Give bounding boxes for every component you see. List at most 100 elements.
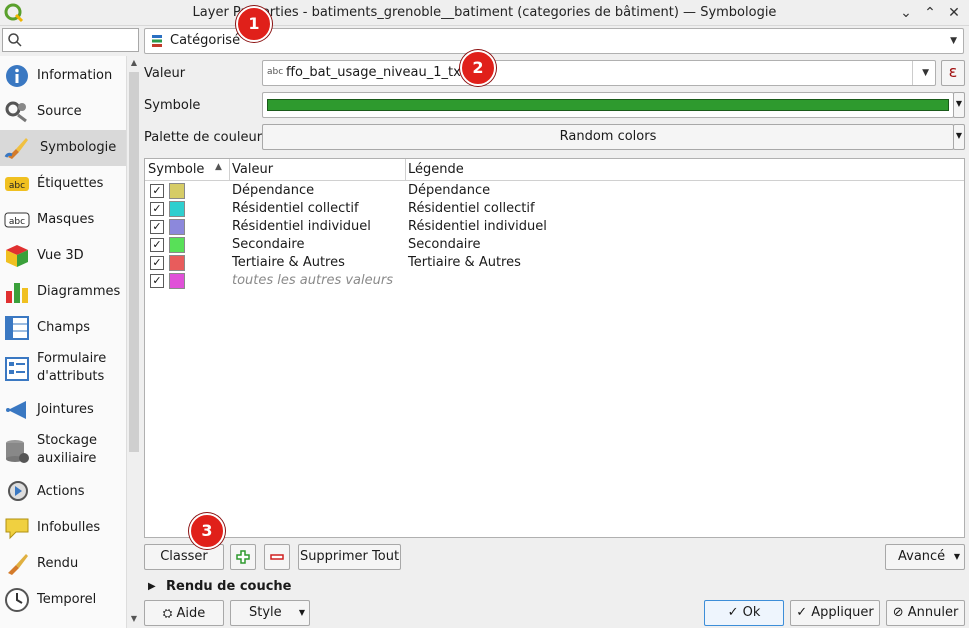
- category-checkbox[interactable]: ✓: [150, 220, 164, 234]
- column-header-legend[interactable]: Légende: [408, 162, 464, 177]
- field-type-icon: abc: [267, 67, 284, 77]
- category-legend: Secondaire: [408, 237, 481, 252]
- column-header-value[interactable]: Valeur: [232, 162, 273, 177]
- sidebar-item-etiquettes[interactable]: abc Étiquettes: [0, 166, 126, 202]
- symbol-swatch[interactable]: [169, 201, 185, 217]
- sidebar-item-diagrammes[interactable]: Diagrammes: [0, 274, 126, 310]
- sidebar-item-temporel[interactable]: Temporel: [0, 582, 126, 618]
- category-legend: Tertiaire & Autres: [408, 255, 521, 270]
- symbol-preview: [267, 99, 949, 111]
- sidebar-item-rendu[interactable]: Rendu: [0, 546, 126, 582]
- category-legend: Résidentiel collectif: [408, 201, 535, 216]
- table-row[interactable]: ✓ toutes les autres valeurs: [145, 272, 964, 290]
- chevron-down-icon: ▼: [298, 608, 305, 617]
- category-checkbox[interactable]: ✓: [150, 274, 164, 288]
- sidebar-item-stockage[interactable]: Stockage auxiliaire: [0, 428, 126, 474]
- category-checkbox[interactable]: ✓: [150, 238, 164, 252]
- chevron-down-icon[interactable]: ⌄: [896, 3, 916, 23]
- symbol-button[interactable]: [262, 92, 954, 118]
- renderer-type-label: Catégorisé: [170, 33, 241, 48]
- sidebar-item-label: Formulaire d'attributs: [37, 351, 107, 384]
- cancel-label: Annuler: [907, 605, 959, 620]
- search-icon: [8, 33, 22, 47]
- sidebar-item-label: Stockage auxiliaire: [37, 433, 97, 466]
- categorized-renderer-icon: [152, 35, 162, 47]
- sidebar-item-label: Infobulles: [37, 520, 101, 535]
- sidebar-item-label: Temporel: [37, 592, 97, 607]
- symbol-swatch[interactable]: [169, 219, 185, 235]
- value-field-select[interactable]: abc ffo_bat_usage_niveau_1_txt ▼: [262, 60, 936, 86]
- categories-table[interactable]: Symbole ▲ Valeur Légende ✓ Dépendance Dépe…: [144, 158, 965, 538]
- labels-icon: abc: [5, 177, 29, 191]
- scroll-down-icon[interactable]: ▼: [127, 612, 141, 626]
- sidebar-item-actions[interactable]: Actions: [0, 474, 126, 510]
- sidebar-item-source[interactable]: Source: [0, 94, 126, 130]
- sidebar-item-label: Rendu: [37, 556, 79, 571]
- annotation-badge-2: 2: [460, 50, 496, 86]
- column-header-symbol[interactable]: Symbole: [148, 162, 204, 177]
- sidebar-item-masques[interactable]: abc Masques: [0, 202, 126, 238]
- svg-text:abc: abc: [9, 217, 25, 227]
- sidebar: Information Source Symbologie abc Étique…: [0, 26, 140, 628]
- cancel-button[interactable]: ⊘ Annuler: [886, 600, 965, 626]
- add-category-button[interactable]: [230, 544, 256, 570]
- table-row[interactable]: ✓ Résidentiel collectif Résidentiel collec…: [145, 200, 964, 218]
- chevron-right-icon: ▶: [148, 581, 156, 592]
- fields-icon: [5, 316, 29, 340]
- scroll-up-icon[interactable]: ▲: [127, 56, 141, 70]
- search-input[interactable]: [2, 28, 139, 52]
- table-row[interactable]: ✓ Dépendance Dépendance: [145, 182, 964, 200]
- category-checkbox[interactable]: ✓: [150, 184, 164, 198]
- source-icon: [5, 101, 27, 123]
- info-icon: [6, 65, 28, 87]
- sidebar-item-champs[interactable]: Champs: [0, 310, 126, 346]
- symbol-swatch[interactable]: [169, 273, 185, 289]
- help-button[interactable]: ⛭ Aide: [144, 600, 224, 626]
- sidebar-item-vue-3d[interactable]: Vue 3D: [0, 238, 126, 274]
- check-icon: ✓: [796, 605, 808, 620]
- sidebar-item-symbologie[interactable]: Symbologie: [0, 130, 126, 166]
- category-value: Secondaire: [232, 237, 305, 252]
- close-icon[interactable]: ✕: [944, 3, 964, 23]
- category-checkbox[interactable]: ✓: [150, 202, 164, 216]
- sidebar-scrollbar[interactable]: ▲ ▼: [126, 56, 140, 628]
- symbol-swatch[interactable]: [169, 255, 185, 271]
- clock-icon: [5, 588, 29, 612]
- sidebar-item-formulaire[interactable]: Formulaire d'attributs: [0, 346, 126, 392]
- table-row[interactable]: ✓ Secondaire Secondaire: [145, 236, 964, 254]
- symbol-swatch[interactable]: [169, 183, 185, 199]
- symbol-swatch[interactable]: [169, 237, 185, 253]
- window-title: Layer Properties - batiments_grenoble__b…: [192, 5, 777, 20]
- remove-category-button[interactable]: [264, 544, 290, 570]
- category-checkbox[interactable]: ✓: [150, 256, 164, 270]
- scrollbar-thumb[interactable]: [129, 72, 139, 452]
- annotation-badge-1: 1: [236, 6, 272, 42]
- chevron-up-icon[interactable]: ⌃: [920, 3, 940, 23]
- table-row[interactable]: ✓ Résidentiel individuel Résidentiel indiv…: [145, 218, 964, 236]
- sidebar-item-jointures[interactable]: Jointures: [0, 392, 126, 428]
- annotation-badge-3: 3: [189, 513, 225, 549]
- palette-select[interactable]: Random colors: [262, 124, 954, 150]
- sidebar-item-information[interactable]: Information: [0, 58, 126, 94]
- symbol-dropdown[interactable]: ▼: [953, 92, 965, 118]
- sidebar-item-label: Source: [37, 104, 82, 119]
- table-row[interactable]: ✓ Tertiaire & Autres Tertiaire & Autres: [145, 254, 964, 272]
- apply-button[interactable]: ✓ Appliquer: [790, 600, 880, 626]
- value-label: Valeur: [144, 66, 186, 81]
- sidebar-item-label: Information: [37, 68, 113, 83]
- advanced-label: Avancé: [898, 549, 946, 564]
- joins-icon: [6, 401, 26, 419]
- chevron-down-icon: ▼: [953, 552, 960, 561]
- delete-all-button[interactable]: Supprimer Tout: [298, 544, 401, 570]
- expression-button[interactable]: ε: [941, 60, 965, 86]
- chevron-down-icon: ▼: [950, 36, 957, 46]
- check-icon: ✓: [727, 605, 739, 620]
- sidebar-nav: Information Source Symbologie abc Étique…: [0, 56, 126, 628]
- storage-icon: [6, 440, 29, 463]
- style-button[interactable]: Style ▼: [230, 600, 310, 626]
- sidebar-item-infobulles[interactable]: Infobulles: [0, 510, 126, 546]
- layer-rendering-label: Rendu de couche: [166, 579, 292, 594]
- advanced-button[interactable]: Avancé ▼: [885, 544, 965, 570]
- ok-button[interactable]: ✓ Ok: [704, 600, 784, 626]
- palette-dropdown[interactable]: ▼: [953, 124, 965, 150]
